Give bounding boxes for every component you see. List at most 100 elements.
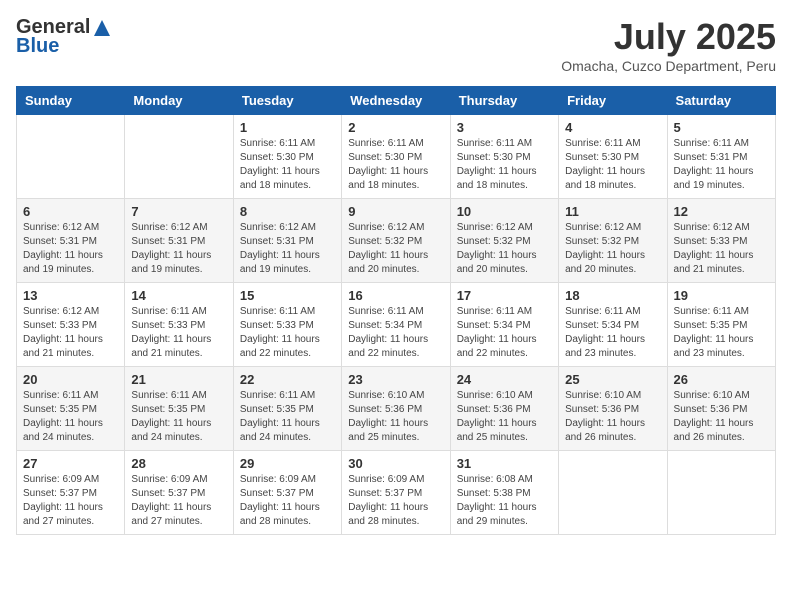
day-info: Sunrise: 6:11 AMSunset: 5:31 PMDaylight:… bbox=[674, 137, 769, 193]
column-header-friday: Friday bbox=[559, 87, 667, 115]
day-cell: 19 Sunrise: 6:11 AMSunset: 5:35 PMDayligh… bbox=[667, 283, 775, 367]
day-number: 21 bbox=[131, 372, 226, 387]
day-number: 20 bbox=[23, 372, 118, 387]
day-number: 10 bbox=[457, 204, 552, 219]
day-info: Sunrise: 6:11 AMSunset: 5:34 PMDaylight:… bbox=[565, 305, 660, 361]
day-info: Sunrise: 6:10 AMSunset: 5:36 PMDaylight:… bbox=[565, 389, 660, 445]
column-header-thursday: Thursday bbox=[450, 87, 558, 115]
week-row-3: 13 Sunrise: 6:12 AMSunset: 5:33 PMDayligh… bbox=[17, 283, 776, 367]
day-cell bbox=[667, 451, 775, 535]
day-cell: 1 Sunrise: 6:11 AMSunset: 5:30 PMDaylight… bbox=[233, 115, 341, 199]
title-section: July 2025 Omacha, Cuzco Department, Peru bbox=[561, 16, 776, 74]
day-info: Sunrise: 6:10 AMSunset: 5:36 PMDaylight:… bbox=[674, 389, 769, 445]
day-number: 14 bbox=[131, 288, 226, 303]
day-cell: 2Sunrise: 6:11 AMSunset: 5:30 PMDaylight… bbox=[342, 115, 450, 199]
day-info: Sunrise: 6:10 AMSunset: 5:36 PMDaylight:… bbox=[457, 389, 552, 445]
day-number: 11 bbox=[565, 204, 660, 219]
day-info: Sunrise: 6:11 AMSunset: 5:34 PMDaylight:… bbox=[348, 305, 443, 361]
day-cell: 22 Sunrise: 6:11 AMSunset: 5:35 PMDayligh… bbox=[233, 367, 341, 451]
day-number: 19 bbox=[674, 288, 769, 303]
day-cell: 28Sunrise: 6:09 AMSunset: 5:37 PMDayligh… bbox=[125, 451, 233, 535]
day-cell: 29 Sunrise: 6:09 AMSunset: 5:37 PMDayligh… bbox=[233, 451, 341, 535]
day-cell: 13 Sunrise: 6:12 AMSunset: 5:33 PMDayligh… bbox=[17, 283, 125, 367]
day-cell: 18Sunrise: 6:11 AMSunset: 5:34 PMDayligh… bbox=[559, 283, 667, 367]
day-info: Sunrise: 6:12 AMSunset: 5:32 PMDaylight:… bbox=[457, 221, 552, 277]
day-number: 9 bbox=[348, 204, 443, 219]
day-cell: 9Sunrise: 6:12 AMSunset: 5:32 PMDaylight… bbox=[342, 199, 450, 283]
day-number: 27 bbox=[23, 456, 118, 471]
day-info: Sunrise: 6:12 AMSunset: 5:33 PMDaylight:… bbox=[23, 305, 118, 361]
day-info: Sunrise: 6:12 AMSunset: 5:33 PMDaylight:… bbox=[674, 221, 769, 277]
day-info: Sunrise: 6:12 AMSunset: 5:31 PMDaylight:… bbox=[23, 221, 118, 277]
page-header: General Blue July 2025 Omacha, Cuzco Dep… bbox=[16, 16, 776, 74]
day-info: Sunrise: 6:09 AMSunset: 5:37 PMDaylight:… bbox=[131, 473, 226, 529]
day-cell: 11 Sunrise: 6:12 AMSunset: 5:32 PMDayligh… bbox=[559, 199, 667, 283]
day-number: 16 bbox=[348, 288, 443, 303]
day-number: 1 bbox=[240, 120, 335, 135]
day-cell: 16 Sunrise: 6:11 AMSunset: 5:34 PMDayligh… bbox=[342, 283, 450, 367]
column-header-monday: Monday bbox=[125, 87, 233, 115]
day-cell: 10 Sunrise: 6:12 AMSunset: 5:32 PMDayligh… bbox=[450, 199, 558, 283]
logo: General Blue bbox=[16, 16, 114, 58]
day-number: 30 bbox=[348, 456, 443, 471]
day-info: Sunrise: 6:11 AMSunset: 5:30 PMDaylight:… bbox=[240, 137, 335, 193]
day-cell: 17Sunrise: 6:11 AMSunset: 5:34 PMDayligh… bbox=[450, 283, 558, 367]
day-info: Sunrise: 6:10 AMSunset: 5:36 PMDaylight:… bbox=[348, 389, 443, 445]
day-cell: 12 Sunrise: 6:12 AMSunset: 5:33 PMDayligh… bbox=[667, 199, 775, 283]
day-cell: 5 Sunrise: 6:11 AMSunset: 5:31 PMDaylight… bbox=[667, 115, 775, 199]
day-cell: 14Sunrise: 6:11 AMSunset: 5:33 PMDayligh… bbox=[125, 283, 233, 367]
day-number: 2 bbox=[348, 120, 443, 135]
day-info: Sunrise: 6:12 AMSunset: 5:31 PMDaylight:… bbox=[240, 221, 335, 277]
day-number: 26 bbox=[674, 372, 769, 387]
day-cell bbox=[17, 115, 125, 199]
day-info: Sunrise: 6:11 AMSunset: 5:35 PMDaylight:… bbox=[23, 389, 118, 445]
column-header-tuesday: Tuesday bbox=[233, 87, 341, 115]
day-number: 3 bbox=[457, 120, 552, 135]
day-info: Sunrise: 6:12 AMSunset: 5:32 PMDaylight:… bbox=[565, 221, 660, 277]
day-number: 15 bbox=[240, 288, 335, 303]
day-info: Sunrise: 6:11 AMSunset: 5:34 PMDaylight:… bbox=[457, 305, 552, 361]
week-row-2: 6 Sunrise: 6:12 AMSunset: 5:31 PMDaylight… bbox=[17, 199, 776, 283]
day-info: Sunrise: 6:11 AMSunset: 5:30 PMDaylight:… bbox=[565, 137, 660, 193]
day-info: Sunrise: 6:09 AMSunset: 5:37 PMDaylight:… bbox=[240, 473, 335, 529]
day-info: Sunrise: 6:11 AMSunset: 5:35 PMDaylight:… bbox=[240, 389, 335, 445]
day-cell: 8Sunrise: 6:12 AMSunset: 5:31 PMDaylight… bbox=[233, 199, 341, 283]
column-header-wednesday: Wednesday bbox=[342, 87, 450, 115]
day-cell: 26 Sunrise: 6:10 AMSunset: 5:36 PMDayligh… bbox=[667, 367, 775, 451]
day-number: 7 bbox=[131, 204, 226, 219]
logo-icon bbox=[92, 18, 112, 38]
day-info: Sunrise: 6:11 AMSunset: 5:35 PMDaylight:… bbox=[131, 389, 226, 445]
day-number: 23 bbox=[348, 372, 443, 387]
day-cell: 25Sunrise: 6:10 AMSunset: 5:36 PMDayligh… bbox=[559, 367, 667, 451]
calendar-header-row: SundayMondayTuesdayWednesdayThursdayFrid… bbox=[17, 87, 776, 115]
day-cell: 31 Sunrise: 6:08 AMSunset: 5:38 PMDayligh… bbox=[450, 451, 558, 535]
month-title: July 2025 bbox=[561, 16, 776, 58]
day-cell: 15 Sunrise: 6:11 AMSunset: 5:33 PMDayligh… bbox=[233, 283, 341, 367]
day-number: 13 bbox=[23, 288, 118, 303]
day-info: Sunrise: 6:11 AMSunset: 5:35 PMDaylight:… bbox=[674, 305, 769, 361]
day-cell: 30 Sunrise: 6:09 AMSunset: 5:37 PMDayligh… bbox=[342, 451, 450, 535]
day-cell: 27 Sunrise: 6:09 AMSunset: 5:37 PMDayligh… bbox=[17, 451, 125, 535]
location: Omacha, Cuzco Department, Peru bbox=[561, 58, 776, 74]
day-info: Sunrise: 6:12 AMSunset: 5:31 PMDaylight:… bbox=[131, 221, 226, 277]
day-cell: 20 Sunrise: 6:11 AMSunset: 5:35 PMDayligh… bbox=[17, 367, 125, 451]
day-cell bbox=[125, 115, 233, 199]
day-info: Sunrise: 6:09 AMSunset: 5:37 PMDaylight:… bbox=[23, 473, 118, 529]
calendar-table: SundayMondayTuesdayWednesdayThursdayFrid… bbox=[16, 86, 776, 535]
day-number: 22 bbox=[240, 372, 335, 387]
day-cell: 6 Sunrise: 6:12 AMSunset: 5:31 PMDaylight… bbox=[17, 199, 125, 283]
day-cell: 23 Sunrise: 6:10 AMSunset: 5:36 PMDayligh… bbox=[342, 367, 450, 451]
day-cell: 21 Sunrise: 6:11 AMSunset: 5:35 PMDayligh… bbox=[125, 367, 233, 451]
day-number: 31 bbox=[457, 456, 552, 471]
day-info: Sunrise: 6:08 AMSunset: 5:38 PMDaylight:… bbox=[457, 473, 552, 529]
day-number: 12 bbox=[674, 204, 769, 219]
day-info: Sunrise: 6:11 AMSunset: 5:33 PMDaylight:… bbox=[240, 305, 335, 361]
day-info: Sunrise: 6:09 AMSunset: 5:37 PMDaylight:… bbox=[348, 473, 443, 529]
day-number: 6 bbox=[23, 204, 118, 219]
day-number: 29 bbox=[240, 456, 335, 471]
day-cell bbox=[559, 451, 667, 535]
day-cell: 4Sunrise: 6:11 AMSunset: 5:30 PMDaylight… bbox=[559, 115, 667, 199]
day-info: Sunrise: 6:11 AMSunset: 5:30 PMDaylight:… bbox=[457, 137, 552, 193]
logo-blue: Blue bbox=[16, 35, 59, 58]
day-number: 5 bbox=[674, 120, 769, 135]
